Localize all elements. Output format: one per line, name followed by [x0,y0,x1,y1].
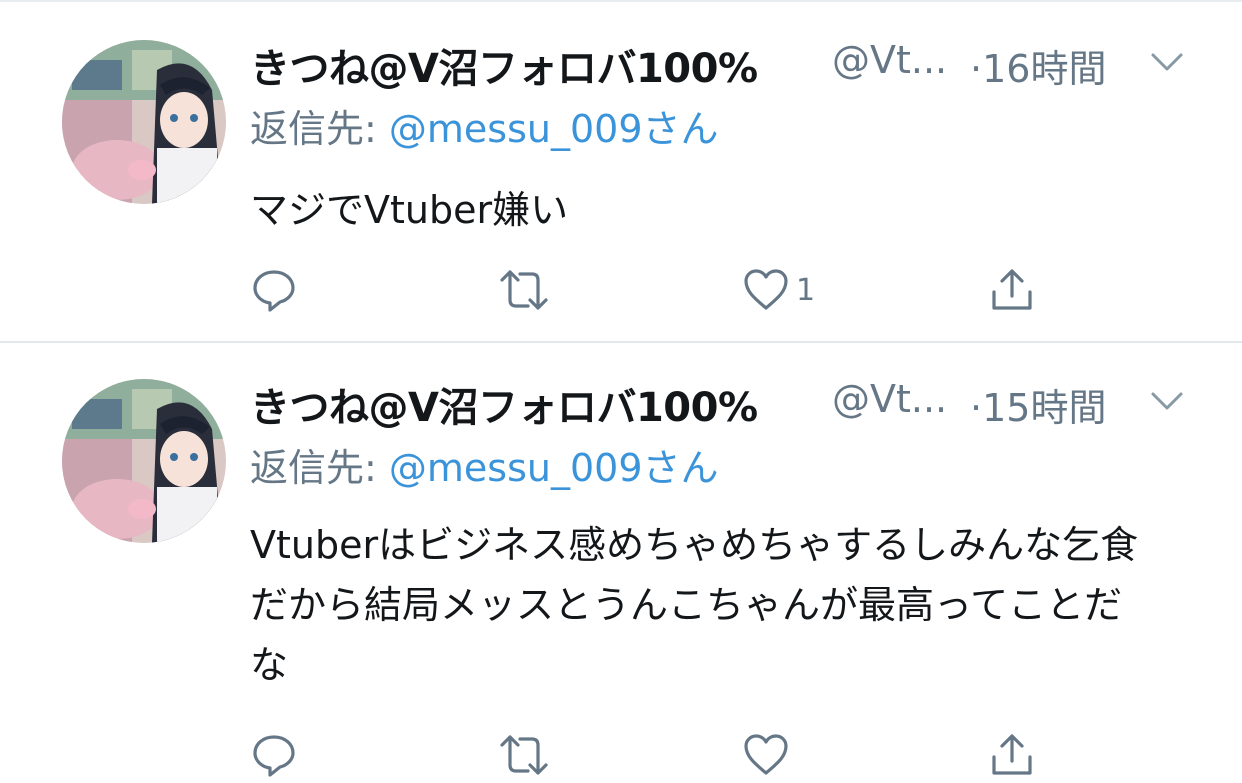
share-icon [992,734,1032,775]
avatar-image [62,40,226,204]
tweet-text: Vtuberはビジネス感めちゃめちゃするしみんな乞食だから結局メッスとうんこちゃ… [250,523,1139,687]
avatar[interactable] [62,379,226,543]
reply-to-link[interactable]: @messu_009さん [389,446,719,490]
avatar[interactable] [62,40,226,204]
chevron-down-icon[interactable] [1150,50,1184,74]
reply-icon [253,735,295,777]
timestamp[interactable]: ·16時間 [970,38,1106,93]
reply-context: 返信先: @messu_009さん [250,96,1210,162]
reply-prefix: 返信先: [250,107,377,151]
reply-context: 返信先: @messu_009さん [250,435,1210,501]
time-value: 16時間 [982,47,1107,91]
tweet-header: きつね@V沼フォロバ100% @Vt... ·16時間 [250,30,1210,96]
share-icon [992,269,1032,310]
like-count: 1 [796,272,816,308]
chevron-down-icon[interactable] [1150,389,1184,413]
like-button[interactable]: 1 [742,262,815,318]
tweet-actions [250,727,1070,783]
share-button[interactable] [988,262,1036,318]
share-button[interactable] [988,727,1036,783]
user-handle[interactable]: @Vt... [832,377,947,421]
reply-icon [253,270,295,312]
heart-icon [744,734,788,775]
time-separator: · [970,47,983,91]
reply-to-link[interactable]: @messu_009さん [389,107,719,151]
time-separator: · [970,386,983,430]
tweet[interactable]: きつね@V沼フォロバ100% @Vt... ·16時間 返信先: @messu_… [0,0,1242,342]
tweet[interactable]: きつね@V沼フォロバ100% @Vt... ·15時間 返信先: @messu_… [0,343,1242,777]
time-value: 15時間 [982,386,1107,430]
display-name[interactable]: きつね@V沼フォロバ100% [250,36,758,94]
retweet-icon [500,735,548,775]
reply-prefix: 返信先: [250,446,377,490]
avatar-image [62,379,226,543]
reply-button[interactable] [250,727,304,783]
timestamp[interactable]: ·15時間 [970,377,1106,432]
reply-button[interactable] [250,262,304,318]
retweet-icon [500,270,548,310]
tweet-actions: 1 [250,262,1070,318]
user-handle[interactable]: @Vt... [832,38,947,82]
heart-icon [744,269,788,310]
tweet-header: きつね@V沼フォロバ100% @Vt... ·15時間 [250,369,1210,435]
like-button[interactable] [742,727,796,783]
tweet-text: マジでVtuber嫌い [250,188,569,232]
retweet-button[interactable] [496,727,558,783]
retweet-button[interactable] [496,262,558,318]
display-name[interactable]: きつね@V沼フォロバ100% [250,375,758,433]
